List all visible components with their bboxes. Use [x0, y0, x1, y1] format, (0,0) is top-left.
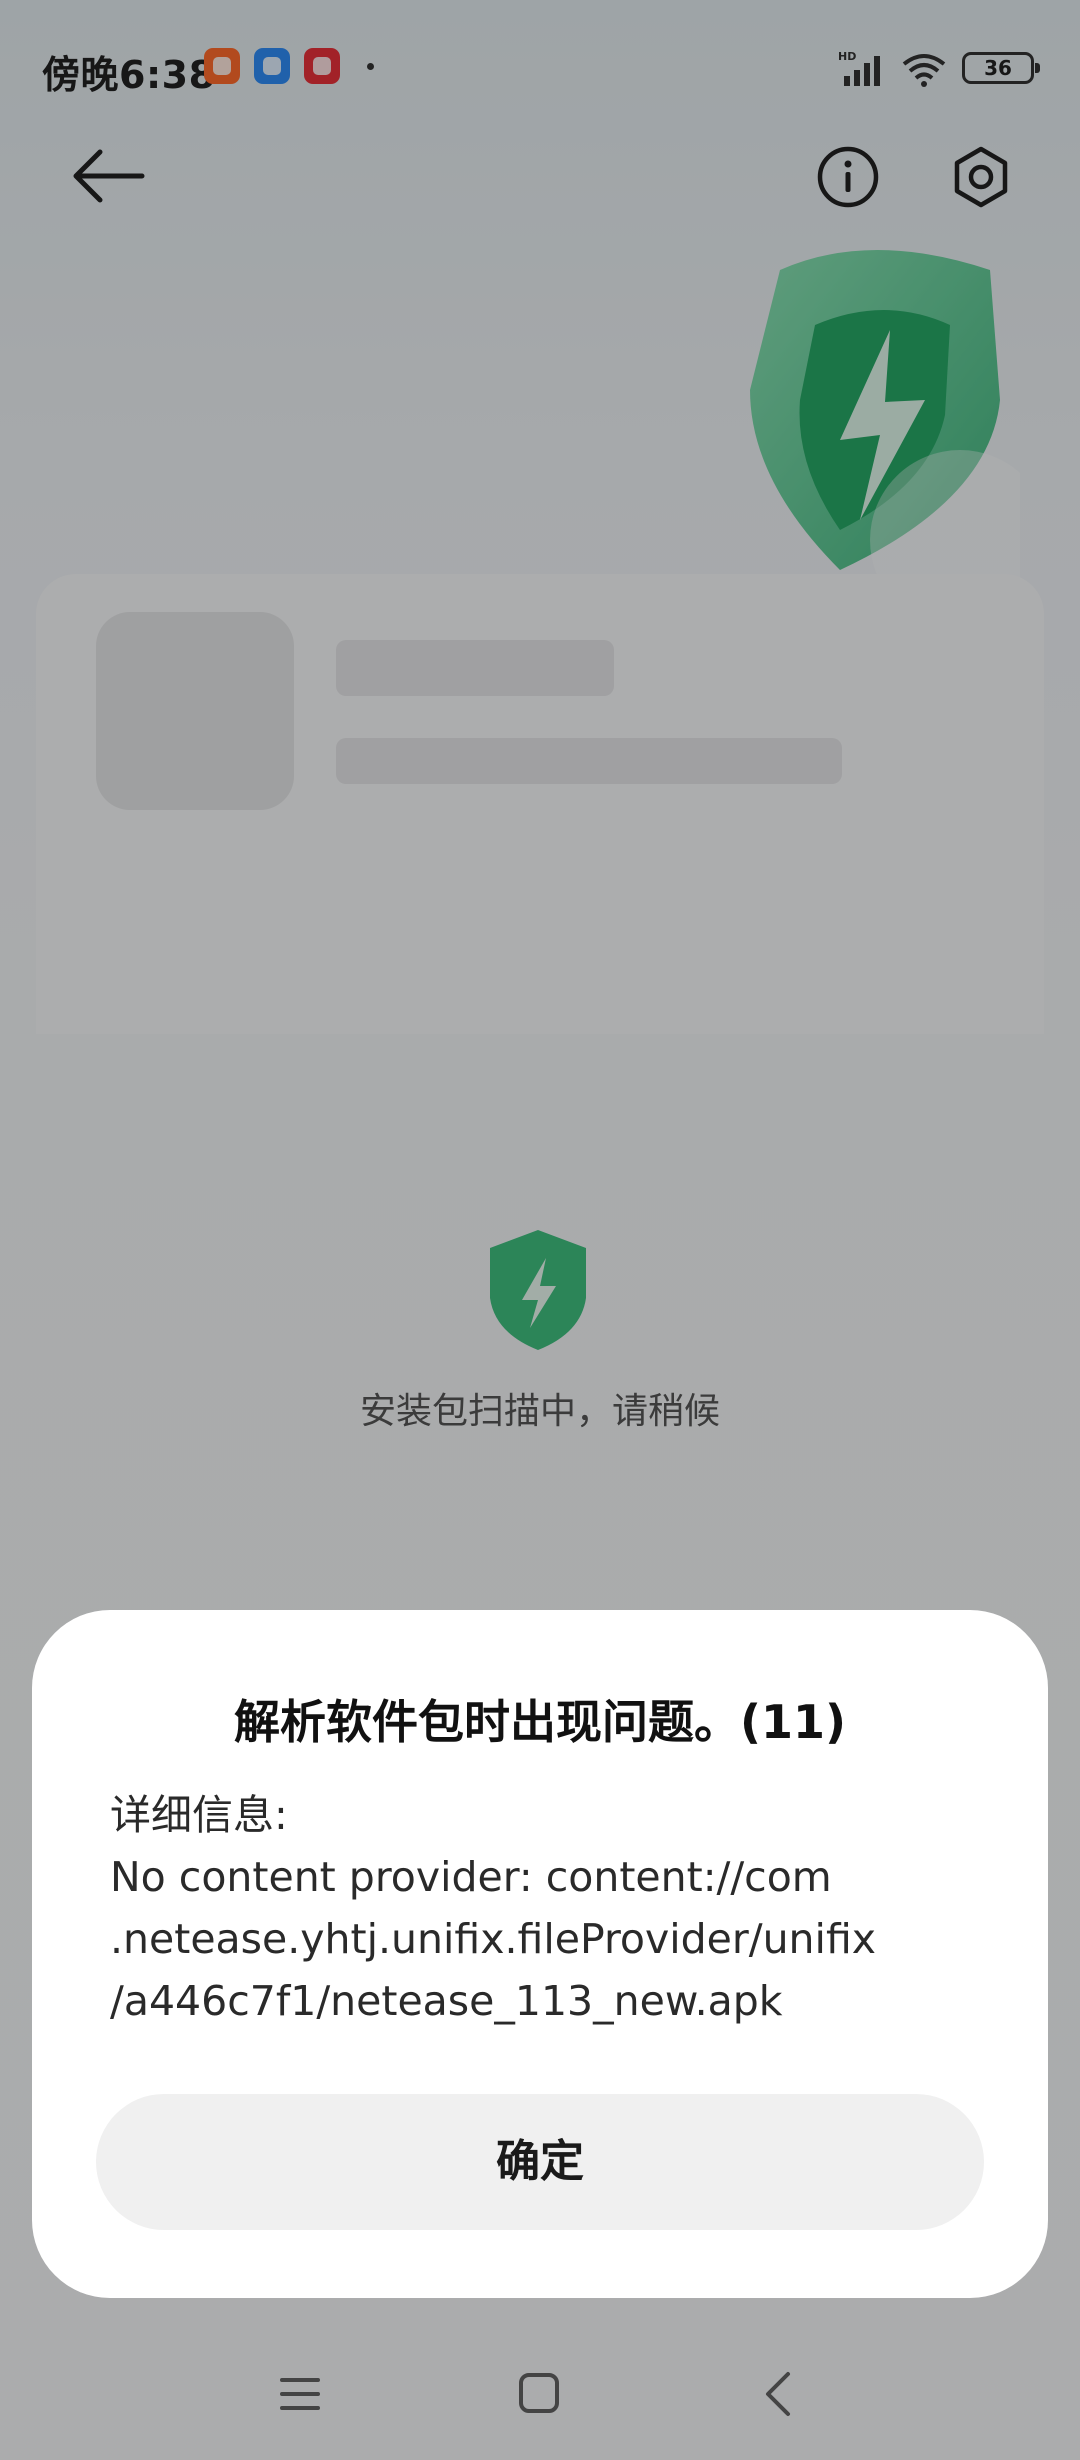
menu-icon[interactable] — [278, 2374, 322, 2414]
detail-line: No content provider: content://com — [110, 1853, 832, 1901]
error-dialog: 解析软件包时出现问题。(11) 详细信息: No content provide… — [32, 1610, 1048, 2298]
confirm-button[interactable]: 确定 — [96, 2094, 984, 2230]
detail-line: .netease.yhtj.unifix.fileProvider/unifix — [110, 1915, 877, 1963]
dialog-title: 解析软件包时出现问题。(11) — [233, 1695, 847, 1749]
detail-label: 详细信息: — [110, 1791, 288, 1839]
dialog-message: 详细信息: No content provider: content://com… — [110, 1784, 990, 2032]
detail-line: /a446c7f1/netease_113_new.apk — [110, 1977, 783, 2025]
back-icon[interactable] — [762, 2370, 792, 2418]
home-icon[interactable] — [518, 2372, 560, 2414]
